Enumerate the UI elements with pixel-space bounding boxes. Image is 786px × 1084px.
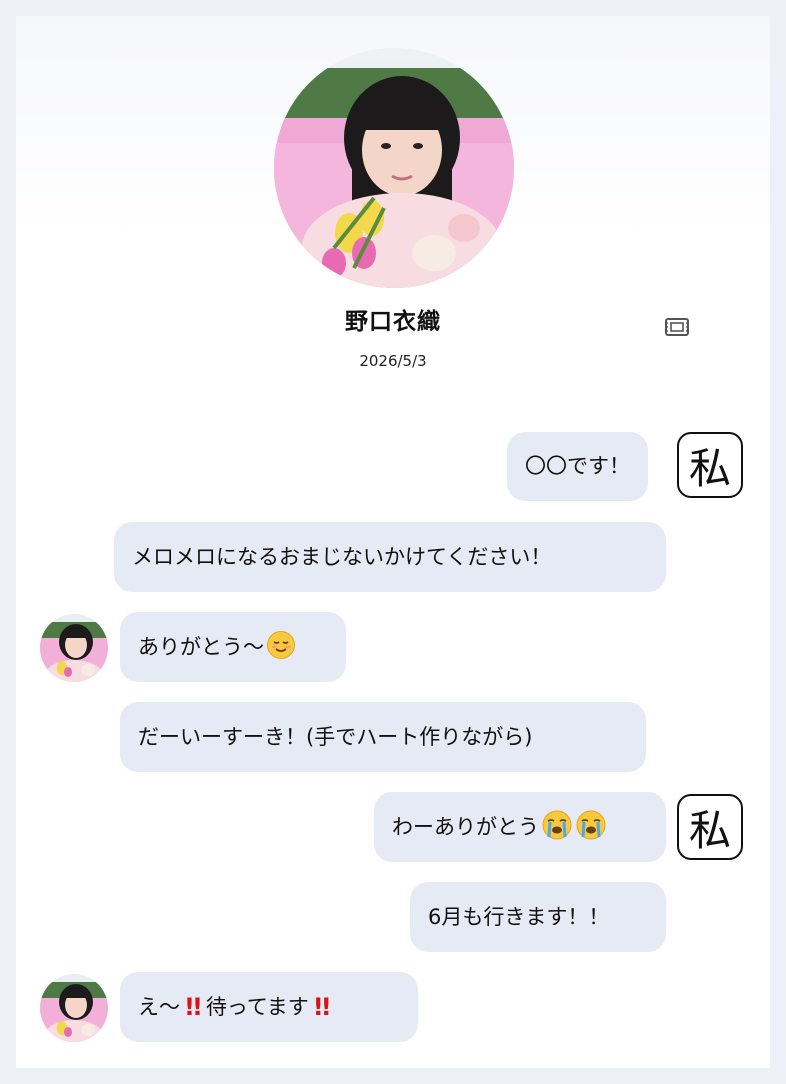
- message-text: え〜: [138, 994, 180, 1019]
- crying-face-emoji: [541, 809, 573, 845]
- message-text: 待ってます: [205, 994, 309, 1019]
- message-text: ありがとう〜: [138, 634, 264, 659]
- sender-avatar[interactable]: [40, 614, 108, 682]
- crying-face-emoji: [575, 809, 607, 845]
- message-bubble-me[interactable]: わーありがとう: [374, 792, 666, 862]
- sender-avatar[interactable]: [40, 974, 108, 1042]
- ticket-icon[interactable]: [664, 316, 690, 338]
- message-bubble-me[interactable]: メロメロになるおまじないかけてください！: [114, 522, 666, 592]
- double-exclamation-emoji: !!: [312, 993, 332, 1021]
- chat-date: 2026/5/3: [359, 352, 427, 370]
- relieved-face-emoji: [266, 630, 296, 664]
- message-text: 6月も行きます！！: [428, 904, 610, 929]
- message-text: だーいーすーき！(手でハート作りながら): [138, 724, 533, 749]
- me-badge: 私: [677, 794, 743, 860]
- double-exclamation-emoji: !!: [184, 993, 203, 1021]
- message-bubble-her[interactable]: だーいーすーき！(手でハート作りながら): [120, 702, 646, 772]
- message-text: わーありがとう: [392, 814, 539, 839]
- message-bubble-me[interactable]: 〇〇です！: [507, 432, 648, 501]
- profile-name: 野口衣織: [345, 309, 441, 335]
- me-badge: 私: [677, 432, 743, 498]
- message-bubble-her[interactable]: え〜 !! 待ってます !!: [120, 972, 418, 1042]
- message-text: 〇〇です！: [525, 454, 630, 478]
- chat-card: 野口衣織 2026/5/3 〇〇です！ 私 メロメロになるおまじないかけてくださ…: [16, 16, 770, 1068]
- profile-avatar[interactable]: [274, 48, 514, 288]
- message-bubble-me[interactable]: 6月も行きます！！: [410, 882, 666, 952]
- message-text: メロメロになるおまじないかけてください！: [132, 544, 552, 569]
- message-bubble-her[interactable]: ありがとう〜: [120, 612, 346, 682]
